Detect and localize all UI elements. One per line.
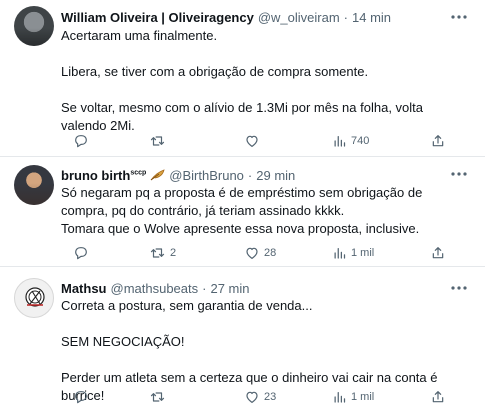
feather-emoji-icon <box>150 169 165 181</box>
like-button[interactable]: 23 <box>244 387 276 407</box>
tweet-text-line: Libera, se tiver com a obrigação de comp… <box>61 64 369 79</box>
retweet-button[interactable] <box>149 131 170 151</box>
views-chart-icon <box>334 248 346 259</box>
tweet-1[interactable]: William Oliveira | Oliveiragency @w_oliv… <box>0 0 485 157</box>
views-chart-icon <box>334 392 346 403</box>
tweet-text: Só negaram pq a proposta é de empréstimo… <box>61 184 466 238</box>
author-name-superscript: sccp <box>130 169 147 177</box>
tweet-time[interactable]: 14 min <box>352 10 391 25</box>
heart-icon <box>246 135 258 147</box>
avatar[interactable] <box>14 6 54 46</box>
author-name[interactable]: William Oliveira | Oliveiragency <box>61 10 254 25</box>
retweet-button[interactable] <box>149 387 170 407</box>
more-horizontal-icon[interactable] <box>449 281 469 295</box>
share-icon <box>432 391 444 403</box>
heart-icon <box>246 247 258 259</box>
tweet-text-line: Tomara que o Wolve apresente essa nova p… <box>61 221 420 236</box>
separator-dot: · <box>202 280 207 296</box>
more-horizontal-icon[interactable] <box>449 10 469 24</box>
reply-icon <box>75 135 87 148</box>
reply-button[interactable] <box>73 243 93 263</box>
club-crest-icon <box>25 287 45 307</box>
share-icon <box>432 247 444 259</box>
views-button[interactable]: 1 mil <box>332 243 374 263</box>
tweet-2[interactable]: bruno birthsccp @BirthBruno · 29 min Só … <box>0 157 485 267</box>
share-button[interactable] <box>430 243 446 263</box>
retweet-button[interactable]: 2 <box>149 243 176 263</box>
reply-icon <box>75 391 87 404</box>
tweet-text-line: Correta a postura, sem garantia de venda… <box>61 298 313 313</box>
share-button[interactable] <box>430 131 446 151</box>
tweet-time[interactable]: 27 min <box>210 281 249 296</box>
share-icon <box>432 135 444 147</box>
like-count: 23 <box>264 391 277 403</box>
retweet-count: 2 <box>170 247 177 259</box>
reply-icon <box>75 247 87 260</box>
avatar[interactable] <box>14 165 54 205</box>
tweet-text-line: Acertaram uma finalmente. <box>61 28 218 43</box>
tweet-header: William Oliveira | Oliveiragency @w_oliv… <box>61 8 391 26</box>
views-count: 740 <box>351 135 370 147</box>
retweet-icon <box>150 248 165 258</box>
tweet-header: bruno birthsccp @BirthBruno · 29 min <box>61 166 295 184</box>
author-handle[interactable]: @mathsubeats <box>111 281 199 296</box>
tweet-text-line: Se voltar, mesmo com o alívio de 1.3Mi p… <box>61 100 424 133</box>
tweet-3[interactable]: Mathsu @mathsubeats · 27 min Correta a p… <box>0 267 485 416</box>
like-button[interactable] <box>244 131 264 151</box>
like-count: 28 <box>264 247 277 259</box>
author-name-text: bruno birth <box>61 167 131 183</box>
views-button[interactable]: 1 mil <box>332 387 374 407</box>
like-button[interactable]: 28 <box>244 243 276 263</box>
separator-dot: · <box>247 167 253 183</box>
views-button[interactable]: 740 <box>332 131 369 151</box>
heart-icon <box>246 391 258 403</box>
retweet-icon <box>150 136 165 146</box>
author-name[interactable]: Mathsu <box>61 281 107 296</box>
views-chart-icon <box>334 136 346 147</box>
views-count: 1 mil <box>351 391 375 403</box>
tweet-header: Mathsu @mathsubeats · 27 min <box>61 279 250 297</box>
author-handle[interactable]: @BirthBruno <box>169 168 244 183</box>
retweet-icon <box>150 392 165 402</box>
tweet-text: Acertaram uma finalmente. Libera, se tiv… <box>61 27 466 135</box>
tweet-actions: 23 1 mil <box>61 387 466 407</box>
tweet-text-line: Só negaram pq a proposta é de empréstimo… <box>61 185 423 218</box>
separator-dot: · <box>343 9 349 25</box>
views-count: 1 mil <box>351 247 375 259</box>
tweet-feed: William Oliveira | Oliveiragency @w_oliv… <box>0 0 485 416</box>
tweet-time[interactable]: 29 min <box>256 168 295 183</box>
tweet-actions: 2 28 1 mil <box>61 243 466 263</box>
tweet-text-line: SEM NEGOCIAÇÃO! <box>61 334 185 349</box>
reply-button[interactable] <box>73 387 93 407</box>
reply-button[interactable] <box>73 131 93 151</box>
tweet-actions: 740 <box>61 131 466 151</box>
share-button[interactable] <box>430 387 446 407</box>
author-handle[interactable]: @w_oliveiram <box>258 10 340 25</box>
avatar[interactable] <box>14 278 54 318</box>
more-horizontal-icon[interactable] <box>449 167 469 181</box>
author-name[interactable]: bruno birthsccp <box>61 168 146 183</box>
